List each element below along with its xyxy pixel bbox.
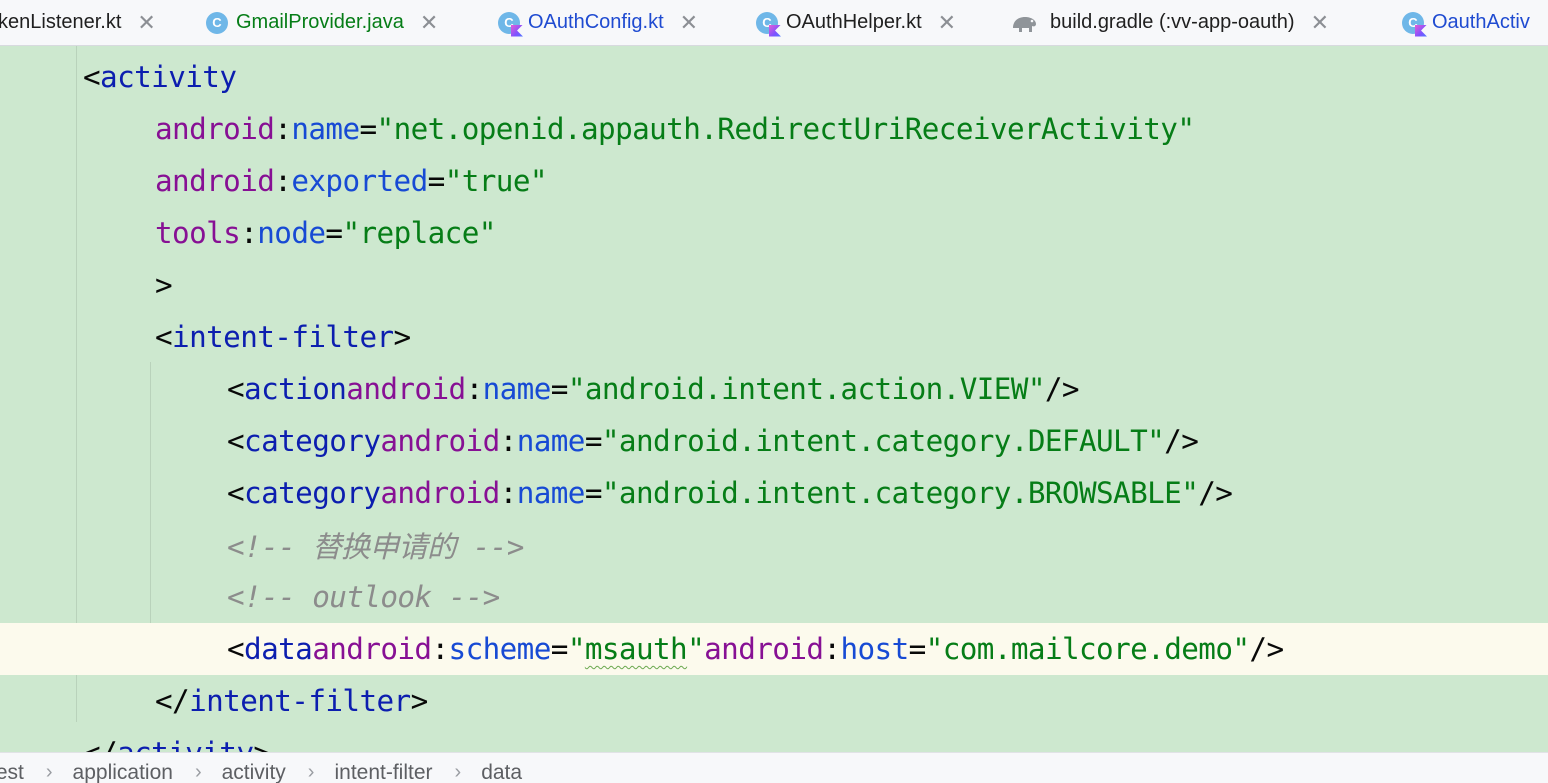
code-line[interactable]: android: name = "net.openid.appauth.Redirec… [0,103,1548,155]
code-line[interactable]: < action android: name = "android.intent.act… [0,363,1548,415]
tab-label: kenListener.kt [0,11,122,33]
tab-build-gradle[interactable]: build.gradle (:vv-app-oauth) ✕ [1010,0,1329,45]
code-line[interactable]: </intent-filter > [0,675,1548,727]
chevron-right-icon: › [45,761,53,783]
close-icon[interactable]: ✕ [680,11,698,34]
tab-token-listener[interactable]: kenListener.kt ✕ [0,0,156,45]
tab-label: build.gradle (:vv-app-oauth) [1050,11,1295,33]
code-line[interactable]: < intent-filter > [0,311,1548,363]
close-icon[interactable]: ✕ [1311,11,1329,34]
chevron-right-icon: › [307,761,315,783]
kotlin-class-icon: C [498,11,523,37]
code-comment-line[interactable]: <!-- outlook --> [0,571,1548,623]
code-line[interactable]: > [0,259,1548,311]
breadcrumb: fest › application › activity › intent-f… [0,752,1548,783]
gradle-elephant-icon [1013,16,1036,32]
chevron-right-icon: › [454,761,462,783]
tab-label: OAuthHelper.kt [786,11,922,33]
code-line[interactable]: tools: node = "replace" [0,207,1548,259]
breadcrumb-item[interactable]: application [73,761,173,783]
close-icon[interactable]: ✕ [938,11,956,34]
code-comment-line[interactable]: <!-- 替换申请的 --> [0,519,1548,571]
java-class-icon: C [206,11,228,34]
tab-label: OauthActiv [1432,11,1530,33]
code-line[interactable]: android: exported = "true" [0,155,1548,207]
xml-comment: <!-- 替换申请的 --> [227,530,524,564]
tab-oauth-activity[interactable]: C OauthActiv [1402,0,1530,45]
code-line[interactable]: </activity> [0,727,1548,752]
code-line[interactable]: < category android: name = "android.intent.c… [0,415,1548,467]
close-icon[interactable]: ✕ [137,11,155,34]
xml-comment: <!-- outlook --> [227,580,500,614]
code-editor[interactable]: < activity android: name = "net.openid.appau… [0,46,1548,752]
code-line[interactable]: < category android: name = "android.intent.c… [0,467,1548,519]
code-line[interactable]: < activity [0,51,1548,103]
kotlin-class-icon: C [756,11,781,37]
current-code-line[interactable]: < data android: scheme = "msauth" android: ho… [0,623,1548,675]
close-icon[interactable]: ✕ [420,11,438,34]
tab-label: OAuthConfig.kt [528,11,664,33]
breadcrumb-item[interactable]: fest [0,761,24,783]
kotlin-class-icon: C [1402,11,1427,37]
breadcrumb-item[interactable]: activity [222,761,286,783]
tab-oauth-config[interactable]: C OAuthConfig.kt ✕ [498,0,698,45]
chevron-right-icon: › [194,761,202,783]
tab-gmail-provider[interactable]: C GmailProvider.java ✕ [206,0,438,45]
breadcrumb-item[interactable]: intent-filter [334,761,432,783]
tab-label: GmailProvider.java [236,11,404,33]
editor-tab-bar: kenListener.kt ✕ C GmailProvider.java ✕ … [0,0,1548,46]
breadcrumb-item[interactable]: data [481,761,522,783]
tab-oauth-helper[interactable]: C OAuthHelper.kt ✕ [756,0,956,45]
